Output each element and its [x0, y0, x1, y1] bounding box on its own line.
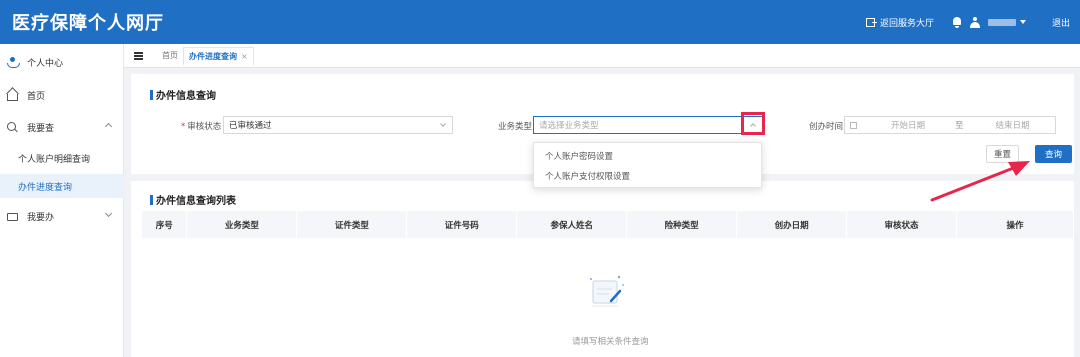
required-mark: *	[181, 122, 186, 132]
empty-state-text: 请填写相关条件查询	[572, 337, 649, 347]
column-header[interactable]: 险种类型	[626, 211, 738, 238]
chevron-down-icon	[1019, 20, 1026, 24]
person-icon	[7, 56, 20, 68]
sidebar-item-label: 办件进度查询	[18, 182, 73, 193]
sidebar-item-label: 首页	[27, 91, 46, 102]
tab-bar: 首页 办件进度查询 ×	[124, 44, 1080, 68]
sidebar-item-query[interactable]: 我要查	[0, 114, 124, 140]
close-icon[interactable]: ×	[241, 52, 248, 61]
panel-title-text: 办件信息查询列表	[156, 196, 236, 207]
column-header[interactable]: 证件号码	[406, 211, 518, 238]
user-icon	[969, 16, 980, 28]
result-panel: 办件信息查询列表 序号 业务类型 证件类型 证件号码 参保人姓名 险种类型 创办…	[131, 181, 1074, 357]
business-type-select[interactable]: 请选择业务类型	[533, 116, 763, 134]
create-time-label: 创办时间	[809, 122, 844, 132]
audit-status-select[interactable]: 已审核通过	[223, 116, 453, 134]
sidebar-item-label: 我要查	[27, 123, 55, 134]
search-icon	[7, 121, 18, 133]
column-header[interactable]: 创办日期	[736, 211, 848, 238]
column-header[interactable]: 序号	[142, 211, 188, 238]
dropdown-option[interactable]: 个人账户密码设置	[534, 146, 761, 166]
user-menu[interactable]	[962, 16, 1026, 28]
back-to-hall-label: 返回服务大厅	[879, 18, 934, 29]
title-marker	[150, 89, 153, 100]
sidebar-item-handle[interactable]: 我要办	[0, 203, 124, 229]
panel-title: 办件信息查询	[150, 87, 216, 102]
column-header[interactable]: 证件类型	[296, 211, 408, 238]
audit-status-label-text: 审核状态	[187, 122, 222, 132]
sidebar-item-account-detail[interactable]: 个人账户明细查询	[0, 146, 124, 170]
column-header[interactable]: 审核状态	[846, 211, 958, 238]
business-type-placeholder: 请选择业务类型	[539, 121, 599, 131]
empty-state-icon	[590, 275, 624, 307]
folder-icon	[7, 213, 18, 221]
chevron-down-icon	[440, 121, 446, 127]
username-redacted	[987, 18, 1016, 26]
header-actions: 返回服务大厅 退出	[854, 0, 1070, 44]
dropdown-option[interactable]: 个人账户支付权限设置	[534, 166, 761, 186]
exit-icon	[865, 17, 877, 27]
sidebar-item-label: 个人中心	[27, 58, 64, 69]
tab-home[interactable]: 首页	[157, 47, 183, 65]
result-table: 序号 业务类型 证件类型 证件号码 参保人姓名 险种类型 创办日期 审核状态 操…	[142, 211, 1074, 238]
back-to-hall-link[interactable]: 返回服务大厅	[865, 16, 934, 29]
table-header-row: 序号 业务类型 证件类型 证件号码 参保人姓名 险种类型 创办日期 审核状态 操…	[142, 211, 1074, 238]
audit-status-label: * 审核状态	[181, 120, 221, 132]
sidebar-item-label: 个人账户明细查询	[18, 154, 91, 165]
business-type-label: 业务类型	[498, 122, 533, 132]
sidebar-item-personal-center[interactable]: 个人中心	[0, 49, 124, 75]
business-type-dropdown: 个人账户密码设置 个人账户支付权限设置	[533, 142, 762, 188]
bell-icon	[952, 16, 962, 28]
query-button[interactable]: 查询	[1035, 145, 1072, 163]
title-marker	[150, 194, 153, 205]
sidebar-item-home[interactable]: 首页	[0, 82, 124, 108]
notification-button[interactable]	[952, 16, 962, 28]
end-date-placeholder[interactable]: 结束日期	[996, 119, 1030, 131]
date-separator: 至	[955, 121, 964, 131]
calendar-icon	[850, 121, 857, 129]
logout-label: 退出	[1051, 18, 1070, 29]
logout-button[interactable]: 退出	[1052, 16, 1070, 29]
chevron-up-icon	[104, 122, 113, 131]
home-icon	[7, 93, 18, 101]
tab-label: 办件进度查询	[189, 51, 237, 61]
sidebar-item-label: 我要办	[27, 212, 55, 223]
panel-title-text: 办件信息查询	[156, 91, 216, 102]
sidebar: 个人中心 首页 我要查 个人账户明细查询 办件进度查询 我要办	[0, 44, 124, 357]
menu-toggle-icon[interactable]	[134, 51, 143, 60]
top-header: 医疗保障个人网厅 返回服务大厅 退出	[0, 0, 1080, 44]
column-header[interactable]: 操作	[956, 211, 1074, 238]
reset-button[interactable]: 重置	[986, 145, 1019, 163]
app-title: 医疗保障个人网厅	[12, 13, 164, 34]
chevron-down-icon	[104, 209, 113, 218]
tab-progress-query[interactable]: 办件进度查询 ×	[183, 46, 254, 65]
sidebar-item-progress-query[interactable]: 办件进度查询	[0, 174, 124, 198]
date-range-picker[interactable]: 开始日期 至 结束日期	[844, 116, 1056, 134]
audit-status-value: 已审核通过	[229, 121, 272, 131]
highlight-box	[741, 112, 765, 135]
panel-title: 办件信息查询列表	[150, 192, 236, 207]
column-header[interactable]: 业务类型	[186, 211, 298, 238]
column-header[interactable]: 参保人姓名	[516, 211, 628, 238]
start-date-placeholder[interactable]: 开始日期	[891, 119, 925, 131]
